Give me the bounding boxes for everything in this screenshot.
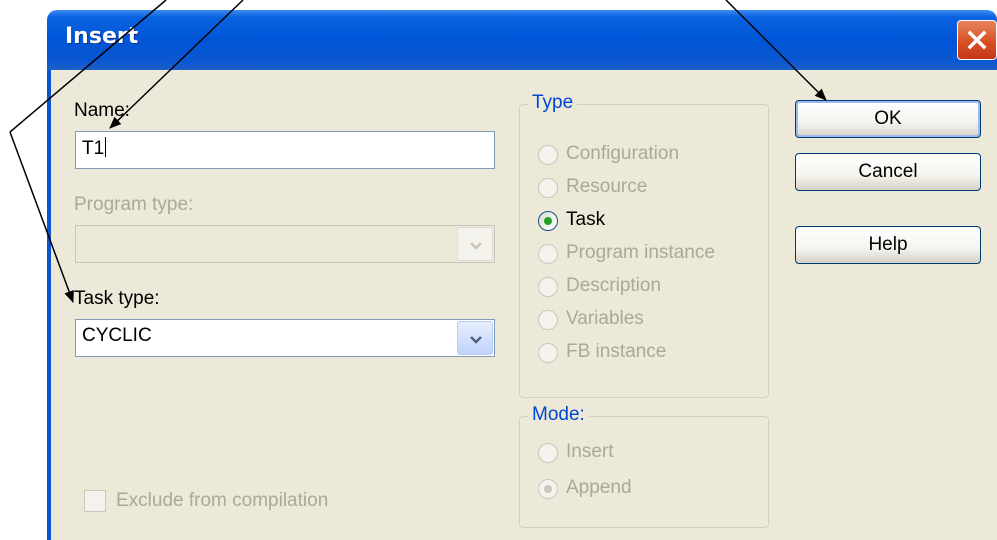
program-type-dropdown-button: [457, 227, 493, 261]
radio-label: Append: [566, 477, 632, 498]
dialog-body: Name: T1 Program type: Task type: CYCLIC: [47, 70, 997, 540]
type-group-title: Type: [528, 92, 578, 114]
text-caret: [105, 137, 107, 157]
program-type-select: [75, 225, 495, 263]
chevron-down-icon: [470, 242, 482, 250]
radio-label: Variables: [566, 308, 644, 329]
radio-label: Task: [566, 209, 606, 230]
dialog-title: Insert: [65, 24, 139, 49]
insert-dialog: Insert Name: T1 Program type: Task type:…: [47, 10, 997, 540]
radio-circle: [538, 343, 558, 363]
checkbox-box: [84, 490, 106, 512]
radio-label: Description: [566, 275, 662, 296]
radio-label: Program instance: [566, 242, 715, 263]
close-button[interactable]: [957, 20, 997, 60]
radio-circle: [538, 277, 558, 297]
task-type-select[interactable]: CYCLIC: [75, 319, 495, 357]
radio-circle: [538, 211, 558, 231]
close-icon: [967, 30, 987, 50]
program-type-label: Program type:: [74, 194, 194, 215]
task-type-dropdown-button[interactable]: [457, 321, 493, 355]
radio-circle: [538, 443, 558, 463]
ok-button[interactable]: OK: [795, 100, 981, 138]
name-input[interactable]: T1: [75, 131, 495, 169]
radio-selected-dot: [544, 485, 552, 493]
task-type-value: CYCLIC: [82, 325, 152, 346]
name-label: Name:: [74, 100, 130, 121]
mode-groupbox: Mode: Insert Append: [519, 404, 769, 528]
help-button[interactable]: Help: [795, 226, 981, 264]
title-bar[interactable]: Insert: [47, 10, 997, 70]
type-groupbox: Type Configuration Resource Task Program in…: [519, 92, 769, 398]
task-type-label: Task type:: [74, 288, 160, 309]
radio-circle: [538, 178, 558, 198]
radio-circle: [538, 479, 558, 499]
radio-label: FB instance: [566, 341, 667, 362]
mode-group-title: Mode:: [528, 404, 589, 426]
radio-selected-dot: [544, 217, 552, 225]
radio-label: Insert: [566, 441, 614, 462]
radio-circle: [538, 244, 558, 264]
cancel-button[interactable]: Cancel: [795, 153, 981, 191]
radio-label: Configuration: [566, 143, 680, 164]
chevron-down-icon: [470, 336, 482, 344]
radio-label: Resource: [566, 176, 648, 197]
radio-circle: [538, 310, 558, 330]
radio-circle: [538, 145, 558, 165]
name-value: T1: [82, 138, 105, 159]
exclude-label: Exclude from compilation: [116, 490, 329, 511]
